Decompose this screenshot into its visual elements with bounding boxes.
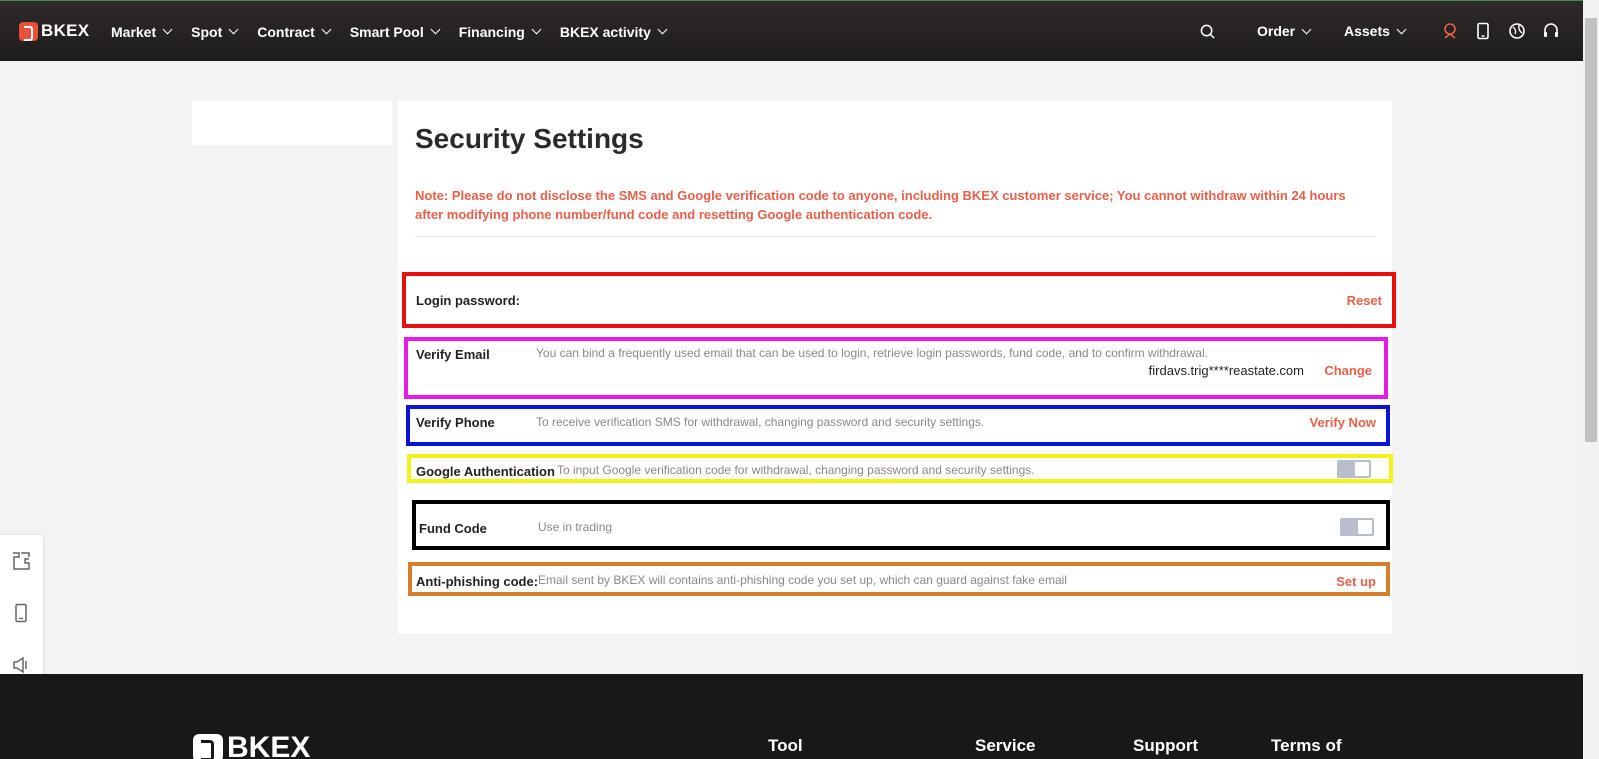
verify-now-link[interactable]: Verify Now: [1310, 415, 1376, 430]
chevron-down-icon: [228, 24, 239, 35]
verify-phone-label: Verify Phone: [416, 415, 495, 430]
footer-column-support: Support: [1133, 736, 1199, 755]
nav-contract-label: Contract: [257, 23, 315, 40]
site-footer: BKEX Tool Service Support Terms of: [0, 674, 1583, 759]
anti-phishing-label: Anti-phishing code:: [416, 574, 539, 589]
search-icon[interactable]: [1200, 24, 1215, 39]
page-title: Security Settings: [415, 123, 644, 154]
google-authentication-label: Google Authentication: [416, 464, 555, 479]
nav-bkex-activity-label: BKEX activity: [559, 23, 651, 40]
chevron-down-icon: [1301, 24, 1312, 34]
order-label: Order: [1257, 23, 1296, 39]
verify-phone-row: Verify Phone To receive verification SMS…: [406, 405, 1390, 446]
order-menu[interactable]: Order: [1257, 23, 1312, 39]
mobile-download-icon[interactable]: [11, 603, 31, 623]
footer-column-terms: Terms of: [1271, 736, 1342, 755]
footer-bkex-logo[interactable]: BKEX: [193, 731, 310, 759]
login-password-row: Login password: Reset: [402, 272, 1396, 328]
bound-email-value: firdavs.trig****reastate.com: [1148, 363, 1304, 378]
nav-contract[interactable]: Contract: [257, 23, 332, 40]
nav-market-label: Market: [111, 23, 157, 40]
nav-smart-pool[interactable]: Smart Pool: [349, 23, 441, 40]
chevron-down-icon: [657, 24, 668, 35]
announcement-speaker-icon[interactable]: [11, 655, 31, 675]
nav-spot[interactable]: Spot: [191, 23, 239, 40]
assets-label: Assets: [1344, 23, 1390, 39]
nav-financing[interactable]: Financing: [458, 23, 542, 40]
nav-bkex-activity[interactable]: BKEX activity: [559, 23, 668, 40]
top-navigation-bar: BKEX Market Spot Contract Smart Pool Fin…: [0, 0, 1583, 61]
fund-code-label: Fund Code: [419, 521, 487, 536]
assets-menu[interactable]: Assets: [1344, 23, 1407, 39]
left-sidebar-panel: [192, 101, 392, 145]
language-globe-icon[interactable]: [1508, 22, 1526, 40]
bkex-logo-icon: [19, 21, 38, 41]
chevron-down-icon: [531, 24, 542, 35]
expand-layout-icon[interactable]: [11, 551, 31, 571]
floating-tool-panel: [0, 535, 43, 693]
nav-market[interactable]: Market: [111, 23, 173, 40]
set-up-anti-phishing-link[interactable]: Set up: [1336, 574, 1376, 589]
fund-code-toggle[interactable]: [1340, 518, 1374, 536]
anti-phishing-row: Anti-phishing code: Email sent by BKEX w…: [408, 562, 1390, 596]
reset-password-link[interactable]: Reset: [1347, 293, 1382, 308]
verify-phone-description: To receive verification SMS for withdraw…: [536, 415, 985, 429]
chevron-down-icon: [321, 24, 332, 35]
chevron-down-icon: [430, 24, 441, 35]
footer-column-service: Service: [975, 736, 1036, 755]
scrollbar-thumb[interactable]: [1585, 18, 1597, 442]
nav-spot-label: Spot: [191, 23, 223, 40]
security-note: Note: Please do not disclose the SMS and…: [415, 188, 1346, 222]
customer-support-headset-icon[interactable]: [1542, 22, 1560, 40]
main-menu: Market Spot Contract Smart Pool Financin…: [111, 1, 686, 62]
google-authentication-row: Google Authentication To input Google ve…: [407, 454, 1393, 483]
bkex-logo-text: BKEX: [41, 21, 90, 40]
fund-code-description: Use in trading: [538, 520, 613, 534]
mobile-app-icon[interactable]: [1474, 22, 1492, 40]
user-account-icon[interactable]: [1441, 22, 1459, 40]
verify-email-label: Verify Email: [416, 347, 490, 362]
change-email-link[interactable]: Change: [1324, 363, 1372, 378]
verify-email-row: Verify Email You can bind a frequently u…: [404, 337, 1388, 399]
fund-code-row: Fund Code Use in trading: [412, 500, 1390, 550]
google-authentication-description: To input Google verification code for wi…: [557, 463, 1035, 477]
login-password-label: Login password:: [416, 293, 520, 308]
footer-bkex-logo-text: BKEX: [227, 731, 311, 759]
chevron-down-icon: [162, 24, 173, 35]
nav-financing-label: Financing: [458, 23, 525, 40]
footer-column-tool: Tool: [768, 736, 803, 755]
footer-bkex-logo-icon: [193, 734, 223, 759]
nav-smart-pool-label: Smart Pool: [349, 23, 424, 40]
divider: [415, 236, 1375, 237]
verify-email-description: You can bind a frequently used email tha…: [536, 346, 1208, 360]
bkex-logo[interactable]: BKEX: [19, 21, 89, 41]
page-scrollbar[interactable]: [1583, 0, 1599, 759]
anti-phishing-description: Email sent by BKEX will contains anti-ph…: [538, 573, 1067, 587]
chevron-down-icon: [1396, 24, 1407, 34]
google-authentication-toggle[interactable]: [1337, 460, 1371, 478]
